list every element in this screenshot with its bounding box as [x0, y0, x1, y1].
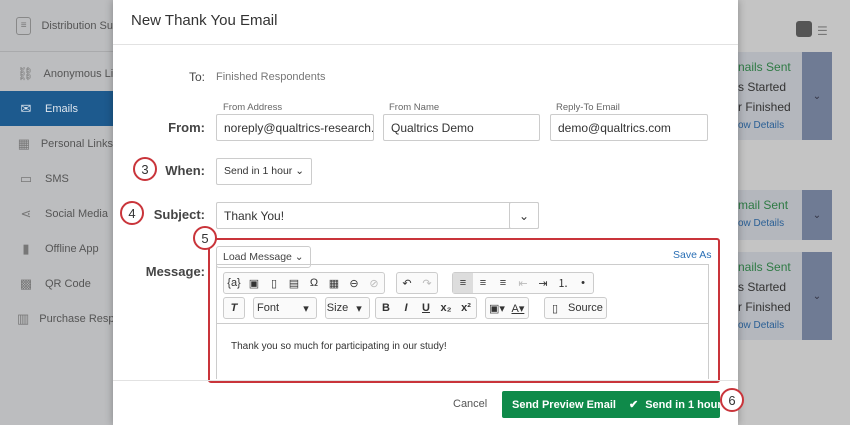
reply-to-label: Reply-To Email [556, 102, 620, 113]
sidebar-item-social-media[interactable]: ⋖ Social Media [0, 196, 113, 231]
send-button[interactable]: ✔ Send in 1 hour [619, 391, 722, 418]
cancel-button[interactable]: Cancel [453, 398, 487, 410]
thank-you-email-modal: New Thank You Email To: Finished Respond… [113, 0, 744, 425]
chevron-down-icon[interactable]: ⌄ [802, 252, 832, 340]
sidebar-item-label: Anonymous Lin [43, 67, 120, 80]
send-preview-email-button[interactable]: Send Preview Email [502, 391, 626, 418]
envelope-icon: ✉ [20, 100, 32, 116]
step-badge-5: 5 [193, 226, 217, 250]
send-preview-label: Send Preview Email [512, 398, 616, 411]
document-icon: ≡ [16, 16, 32, 35]
from-name-label: From Name [389, 102, 440, 113]
send-label: Send in 1 hour [645, 398, 722, 411]
from-name-input[interactable]: Qualtrics Demo [383, 114, 540, 141]
from-address-label: From Address [223, 102, 283, 113]
sidebar-item-label: QR Code [45, 277, 91, 290]
subject-label: Subject: [153, 207, 205, 222]
chevron-down-icon: ⌄ [295, 165, 305, 177]
message-label: Message: [145, 264, 205, 279]
modal-title: New Thank You Email [113, 0, 738, 45]
fingerprint-icon: ▦ [17, 135, 31, 151]
list-view-icon[interactable]: ☰ [817, 24, 828, 38]
subject-dropdown-chevron-icon[interactable]: ⌄ [509, 202, 539, 229]
sidebar-item-purchase[interactable]: ▥ Purchase Resp [0, 301, 115, 336]
distribution-card: mail Sent ow Details ⌄ [738, 190, 832, 240]
sidebar-header-label: Distribution Su [41, 19, 113, 32]
register-icon: ▥ [17, 310, 30, 326]
sidebar-item-sms[interactable]: ▭ SMS [0, 161, 113, 196]
sidebar: ≡ Distribution Su ⛓ Anonymous Lin ✉ Emails … [0, 0, 119, 425]
sidebar-item-offline-app[interactable]: ▮ Offline App [0, 231, 113, 266]
sidebar-item-label: Social Media [45, 207, 108, 220]
to-value: Finished Respondents [216, 71, 326, 83]
to-label: To: [188, 70, 205, 84]
from-label: From: [168, 120, 205, 135]
step-badge-3: 3 [133, 157, 157, 181]
checkmark-icon: ✔ [629, 399, 639, 411]
when-value: Send in 1 hour [224, 165, 293, 177]
link-icon: ⛓ [17, 65, 34, 81]
card-view-icon[interactable] [796, 21, 812, 37]
tablet-icon: ▮ [22, 240, 30, 256]
qr-code-icon: ▩ [19, 275, 33, 291]
chevron-down-icon[interactable]: ⌄ [802, 52, 832, 140]
distribution-card: nails Sent s Started r Finished ow Details … [738, 252, 832, 340]
sidebar-header[interactable]: ≡ Distribution Su [0, 0, 113, 52]
share-icon: ⋖ [20, 205, 32, 221]
sidebar-item-personal-links[interactable]: ▦ Personal Links [0, 126, 113, 161]
sidebar-item-label: Offline App [45, 242, 99, 255]
from-address-input[interactable]: noreply@qualtrics-research. [216, 114, 374, 141]
distribution-card: nails Sent s Started r Finished ow Details … [738, 52, 832, 140]
when-dropdown[interactable]: Send in 1 hour ⌄ [216, 158, 312, 185]
sidebar-item-label: Purchase Resp [39, 312, 115, 325]
sidebar-item-label: Personal Links [40, 137, 113, 150]
step-badge-4: 4 [120, 201, 144, 225]
chat-bubble-icon: ▭ [19, 170, 33, 186]
highlight-box [208, 238, 720, 383]
subject-input[interactable]: Thank You! [216, 202, 539, 229]
reply-to-input[interactable]: demo@qualtrics.com [550, 114, 708, 141]
chevron-down-icon[interactable]: ⌄ [802, 190, 832, 240]
sidebar-item-emails[interactable]: ✉ Emails [0, 91, 113, 126]
sidebar-item-label: SMS [45, 172, 69, 185]
step-badge-6: 6 [720, 388, 744, 412]
sidebar-item-anonymous-link[interactable]: ⛓ Anonymous Lin [0, 56, 119, 91]
when-label: When: [165, 163, 205, 178]
sidebar-item-qr-code[interactable]: ▩ QR Code [0, 266, 113, 301]
sidebar-item-label: Emails [45, 102, 79, 115]
